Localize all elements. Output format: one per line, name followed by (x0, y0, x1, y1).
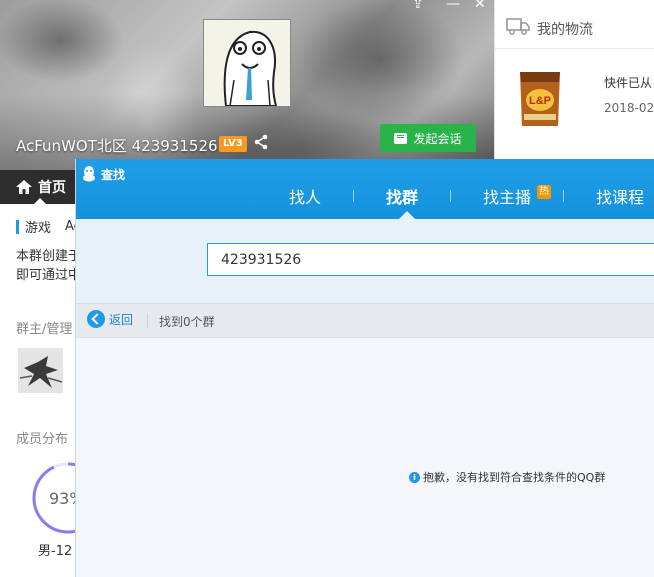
close-icon[interactable]: ✕ (474, 0, 486, 12)
empty-result-message: i 抱歉，没有找到符合查找条件的QQ群 (409, 469, 605, 485)
skin-icon[interactable]: ⇪ (412, 0, 424, 12)
share-icon[interactable] (253, 134, 269, 150)
gender-male-count: 男-12 (38, 544, 73, 559)
logistics-status: 快件已从 (604, 76, 653, 90)
logistics-title: 我的物流 (537, 22, 593, 38)
start-chat-label: 发起会话 (413, 131, 462, 146)
hot-badge: 热 (537, 185, 551, 199)
member-distribution-heading: 成员分布 (16, 432, 69, 447)
admin-avatar[interactable] (18, 348, 63, 393)
svg-text:L&P: L&P (529, 95, 551, 107)
tab-find-people[interactable]: 找人 (289, 184, 321, 208)
selected-tab-indicator (399, 211, 415, 219)
empty-result-text: 抱歉，没有找到符合查找条件的QQ群 (423, 471, 606, 484)
back-label: 返回 (109, 312, 134, 327)
level-badge: LV3 (219, 136, 247, 152)
qq-penguin-icon (83, 166, 95, 182)
result-bar: 返回 找到0个群 (76, 304, 654, 338)
logistics-date: 2018-02- (604, 101, 654, 115)
chat-icon (394, 132, 408, 144)
home-icon (16, 180, 32, 194)
tab-find-streamer[interactable]: 找主播 (483, 184, 531, 208)
group-avatar[interactable] (203, 19, 291, 107)
back-button[interactable]: 返回 (87, 310, 133, 328)
back-arrow-icon (87, 310, 105, 328)
tab-home-label: 首页 (38, 180, 66, 196)
search-area (76, 219, 654, 304)
find-window: 查找 找人 找群 找主播 热 找课程 返回 找到0个群 i 抱歉，没有找到符合查… (75, 159, 654, 577)
admins-heading: 群主/管理 (16, 322, 73, 337)
group-tag: 游戏 (25, 221, 52, 236)
group-title: AcFunWOT北区 423931526 (16, 137, 218, 155)
tab-home[interactable]: 首页 (0, 170, 75, 204)
product-image[interactable]: L&P (516, 68, 564, 130)
find-window-header: 查找 找人 找群 找主播 热 找课程 (76, 159, 654, 219)
group-tag-row: 游戏 Ac (16, 217, 81, 236)
find-window-title: 查找 (101, 168, 126, 182)
info-icon: i (409, 471, 420, 483)
minimize-icon[interactable]: — (446, 0, 460, 12)
tab-find-course[interactable]: 找课程 (596, 184, 644, 208)
search-input[interactable] (207, 243, 654, 276)
window-controls: ⇪ — ✕ (408, 0, 494, 16)
tab-find-group[interactable]: 找群 (386, 184, 418, 208)
group-intro: 本群创建于 即可通过中 (16, 249, 76, 283)
start-chat-button[interactable]: 发起会话 (380, 124, 476, 152)
logistics-header[interactable]: 我的物流 (495, 0, 654, 49)
truck-icon (506, 18, 530, 35)
result-count: 找到0个群 (159, 315, 215, 329)
